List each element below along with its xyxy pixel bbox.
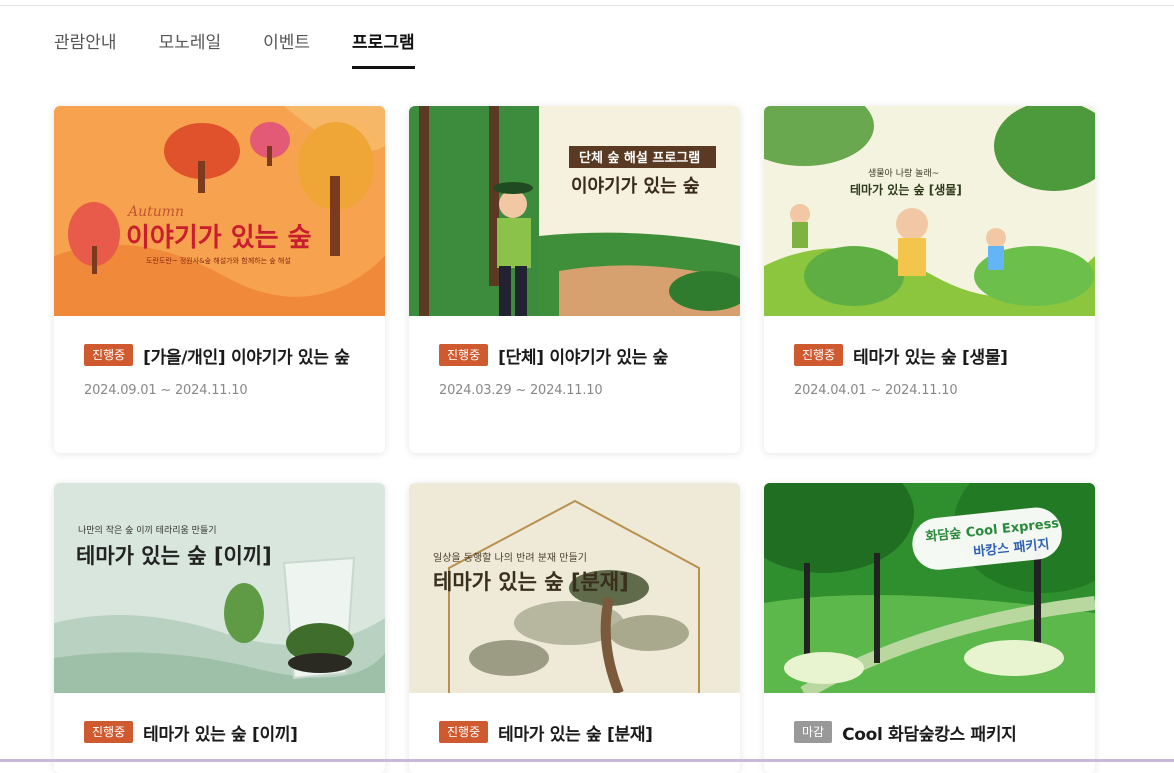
card-period: 2024.03.29 ~ 2024.11.10 (439, 383, 603, 398)
card-title: 테마가 있는 숲 [분재] (498, 724, 653, 745)
image-sub: 일상을 동행할 나의 반려 분재 만들기 (433, 552, 587, 564)
program-card[interactable]: 화담숲 Cool Express 바캉스 패키지 마감 Cool 화담숲캉스 패… (764, 483, 1095, 773)
card-period: 2024.04.01 ~ 2024.11.10 (794, 383, 958, 398)
image-headline: 이야기가 있는 숲 (126, 223, 312, 253)
image-headline: 테마가 있는 숲 [생물] (850, 182, 962, 197)
tab-guide[interactable]: 관람안내 (54, 30, 117, 66)
image-headline: 테마가 있는 숲 [분재] (433, 570, 629, 594)
image-script-text: Autumn (126, 204, 184, 220)
program-card[interactable]: Autumn 이야기가 있는 숲 도란도란~ 정원사&숲 해설가와 함께하는 숲… (54, 106, 385, 453)
card-title: [단체] 이야기가 있는 숲 (498, 347, 668, 368)
image-tag: 단체 숲 해설 프로그램 (579, 150, 700, 166)
category-tabs: 관람안내 모노레일 이벤트 프로그램 (54, 30, 457, 69)
program-card[interactable]: 단체 숲 해설 프로그램 이야기가 있는 숲 진행중 [단체] 이야기가 있는 … (409, 106, 740, 453)
program-thumbnail: Autumn 이야기가 있는 숲 도란도란~ 정원사&숲 해설가와 함께하는 숲… (54, 106, 385, 316)
image-sub: 생물아 나랑 놀래~ (868, 167, 939, 179)
status-badge: 진행중 (439, 721, 489, 743)
card-title: 테마가 있는 숲 [이끼] (143, 724, 298, 745)
status-badge: 진행중 (84, 721, 134, 743)
program-thumbnail: 화담숲 Cool Express 바캉스 패키지 (764, 483, 1095, 693)
program-thumbnail: 일상을 동행할 나의 반려 분재 만들기 테마가 있는 숲 [분재] (409, 483, 740, 693)
program-card[interactable]: 생물아 나랑 놀래~ 테마가 있는 숲 [생물] 진행중 테마가 있는 숲 [생… (764, 106, 1095, 453)
top-divider (0, 0, 1174, 6)
card-period: 2024.09.01 ~ 2024.11.10 (84, 383, 248, 398)
card-title: [가을/개인] 이야기가 있는 숲 (143, 347, 350, 368)
tab-program[interactable]: 프로그램 (352, 30, 415, 69)
program-thumbnail: 나만의 작은 숲 이끼 테라리움 만들기 테마가 있는 숲 [이끼] (54, 483, 385, 693)
program-thumbnail: 단체 숲 해설 프로그램 이야기가 있는 숲 (409, 106, 740, 316)
program-card[interactable]: 나만의 작은 숲 이끼 테라리움 만들기 테마가 있는 숲 [이끼] 진행중 테… (54, 483, 385, 773)
status-badge: 진행중 (794, 344, 844, 366)
program-card[interactable]: 일상을 동행할 나의 반려 분재 만들기 테마가 있는 숲 [분재] 진행중 테… (409, 483, 740, 773)
status-badge: 진행중 (439, 344, 489, 366)
status-badge: 마감 (794, 721, 833, 743)
status-badge: 진행중 (84, 344, 134, 366)
card-title: 테마가 있는 숲 [생물] (853, 347, 1008, 368)
card-title: Cool 화담숲캉스 패키지 (842, 724, 1017, 745)
tab-monorail[interactable]: 모노레일 (159, 30, 222, 66)
image-sub: 나만의 작은 숲 이끼 테라리움 만들기 (78, 525, 217, 536)
image-headline: 테마가 있는 숲 [이끼] (76, 544, 272, 568)
image-caption: 도란도란~ 정원사&숲 해설가와 함께하는 숲 해설 (146, 256, 291, 265)
image-headline: 이야기가 있는 숲 (571, 176, 699, 197)
tab-event[interactable]: 이벤트 (263, 30, 310, 66)
program-thumbnail: 생물아 나랑 놀래~ 테마가 있는 숲 [생물] (764, 106, 1095, 316)
